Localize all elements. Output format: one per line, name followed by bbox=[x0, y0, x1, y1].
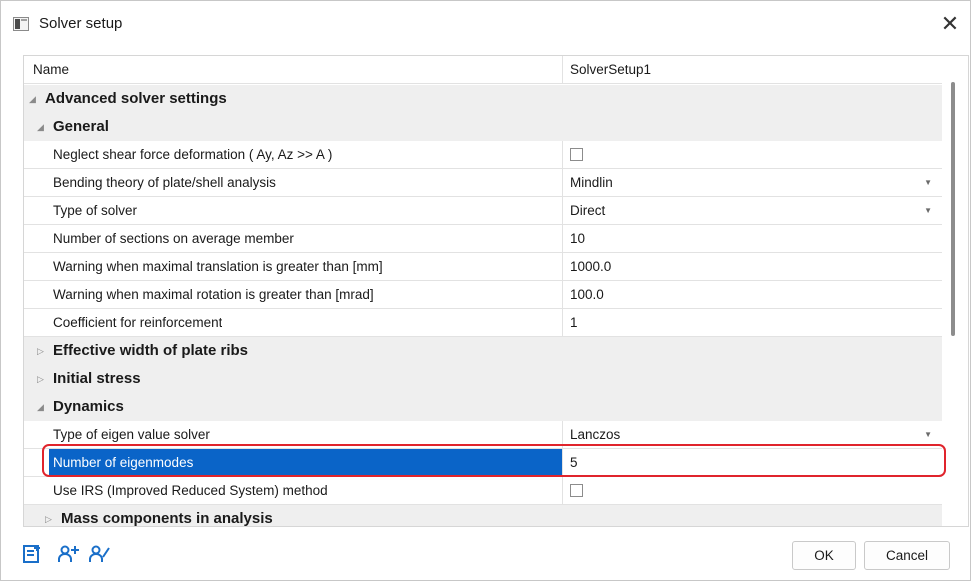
row-number-of-sections[interactable]: Number of sections on average member 10 bbox=[24, 225, 942, 253]
max-rotation-field[interactable]: 100.0 bbox=[562, 281, 942, 309]
title-bar: Solver setup ✕ bbox=[1, 1, 970, 47]
neglect-shear-checkbox[interactable] bbox=[570, 147, 583, 161]
scrollbar-thumb[interactable] bbox=[951, 82, 955, 336]
ok-button[interactable]: OK bbox=[792, 541, 856, 570]
collapse-triangle-icon[interactable]: ◢ bbox=[37, 113, 44, 141]
group-dynamics[interactable]: ◢ Dynamics bbox=[24, 393, 942, 421]
dialog-footer: OK Cancel bbox=[1, 527, 970, 581]
property-label: Neglect shear force deformation ( Ay, Az… bbox=[53, 147, 333, 162]
row-number-of-eigenmodes[interactable]: Number of eigenmodes 5 bbox=[24, 449, 942, 477]
eigen-solver-select[interactable]: Lanczos ▼ bbox=[562, 421, 942, 449]
property-value bbox=[562, 477, 942, 505]
group-label: Effective width of plate ribs bbox=[53, 342, 249, 359]
row-eigen-solver[interactable]: Type of eigen value solver Lanczos ▼ bbox=[24, 421, 942, 449]
use-irs-checkbox[interactable] bbox=[570, 483, 583, 497]
name-label: Name bbox=[33, 62, 70, 77]
group-label: Mass components in analysis bbox=[61, 510, 273, 527]
property-label: Use IRS (Improved Reduced System) method bbox=[53, 483, 328, 498]
user-settings-icon[interactable] bbox=[89, 544, 110, 564]
row-max-translation[interactable]: Warning when maximal translation is grea… bbox=[24, 253, 942, 281]
row-bending-theory[interactable]: Bending theory of plate/shell analysis M… bbox=[24, 169, 942, 197]
property-label: Number of eigenmodes bbox=[49, 449, 562, 477]
property-value-text: Direct bbox=[570, 203, 606, 218]
property-label: Coefficient for reinforcement bbox=[53, 315, 223, 330]
cancel-button[interactable]: Cancel bbox=[864, 541, 950, 570]
row-coefficient-reinforcement[interactable]: Coefficient for reinforcement 1 bbox=[24, 309, 942, 337]
group-effective-width[interactable]: ▷ Effective width of plate ribs bbox=[24, 337, 942, 365]
group-general[interactable]: ◢ General bbox=[24, 113, 942, 141]
group-advanced-solver-settings[interactable]: ◢ Advanced solver settings bbox=[24, 85, 942, 113]
property-label: Number of sections on average member bbox=[53, 231, 294, 246]
row-use-irs[interactable]: Use IRS (Improved Reduced System) method bbox=[24, 477, 942, 505]
bending-theory-select[interactable]: Mindlin ▼ bbox=[562, 169, 942, 197]
number-of-sections-field[interactable]: 10 bbox=[562, 225, 942, 253]
property-label: Warning when maximal translation is grea… bbox=[53, 259, 383, 274]
window-title: Solver setup bbox=[39, 15, 123, 32]
dropdown-arrow-icon[interactable]: ▼ bbox=[924, 421, 932, 449]
property-value-text: Lanczos bbox=[570, 427, 621, 442]
collapse-triangle-icon[interactable]: ◢ bbox=[29, 85, 36, 113]
expand-triangle-icon[interactable]: ▷ bbox=[37, 365, 44, 393]
expand-triangle-icon[interactable]: ▷ bbox=[45, 505, 52, 526]
group-label: General bbox=[53, 118, 109, 135]
property-value bbox=[562, 141, 942, 169]
collapse-triangle-icon[interactable]: ◢ bbox=[37, 393, 44, 421]
coefficient-reinforcement-field[interactable]: 1 bbox=[562, 309, 942, 337]
number-of-eigenmodes-field[interactable]: 5 bbox=[562, 449, 942, 477]
property-label: Bending theory of plate/shell analysis bbox=[53, 175, 276, 190]
solver-setup-dialog: Solver setup ✕ Name SolverSetup1 ◢ Advan… bbox=[0, 0, 971, 581]
row-type-of-solver[interactable]: Type of solver Direct ▼ bbox=[24, 197, 942, 225]
expand-triangle-icon[interactable]: ▷ bbox=[37, 337, 44, 365]
dropdown-arrow-icon[interactable]: ▼ bbox=[924, 169, 932, 197]
name-value[interactable]: SolverSetup1 bbox=[562, 56, 942, 84]
group-initial-stress[interactable]: ▷ Initial stress bbox=[24, 365, 942, 393]
vertical-scrollbar[interactable] bbox=[942, 56, 968, 526]
name-row[interactable]: Name SolverSetup1 bbox=[24, 56, 942, 84]
window-icon bbox=[13, 17, 29, 31]
max-translation-field[interactable]: 1000.0 bbox=[562, 253, 942, 281]
add-document-icon[interactable] bbox=[22, 544, 42, 564]
dropdown-arrow-icon[interactable]: ▼ bbox=[924, 197, 932, 225]
solver-type-select[interactable]: Direct ▼ bbox=[562, 197, 942, 225]
group-label: Advanced solver settings bbox=[45, 90, 227, 107]
row-max-rotation[interactable]: Warning when maximal rotation is greater… bbox=[24, 281, 942, 309]
property-label: Warning when maximal rotation is greater… bbox=[53, 287, 374, 302]
property-grid: Name SolverSetup1 ◢ Advanced solver sett… bbox=[23, 55, 969, 527]
close-button[interactable]: ✕ bbox=[930, 1, 970, 47]
property-label: Type of solver bbox=[53, 203, 138, 218]
row-neglect-shear[interactable]: Neglect shear force deformation ( Ay, Az… bbox=[24, 141, 942, 169]
add-user-icon[interactable] bbox=[58, 544, 79, 564]
property-value-text: Mindlin bbox=[570, 175, 613, 190]
group-mass-components[interactable]: ▷ Mass components in analysis bbox=[24, 505, 942, 527]
group-label: Dynamics bbox=[53, 398, 124, 415]
property-label: Type of eigen value solver bbox=[53, 427, 210, 442]
group-label: Initial stress bbox=[53, 370, 141, 387]
